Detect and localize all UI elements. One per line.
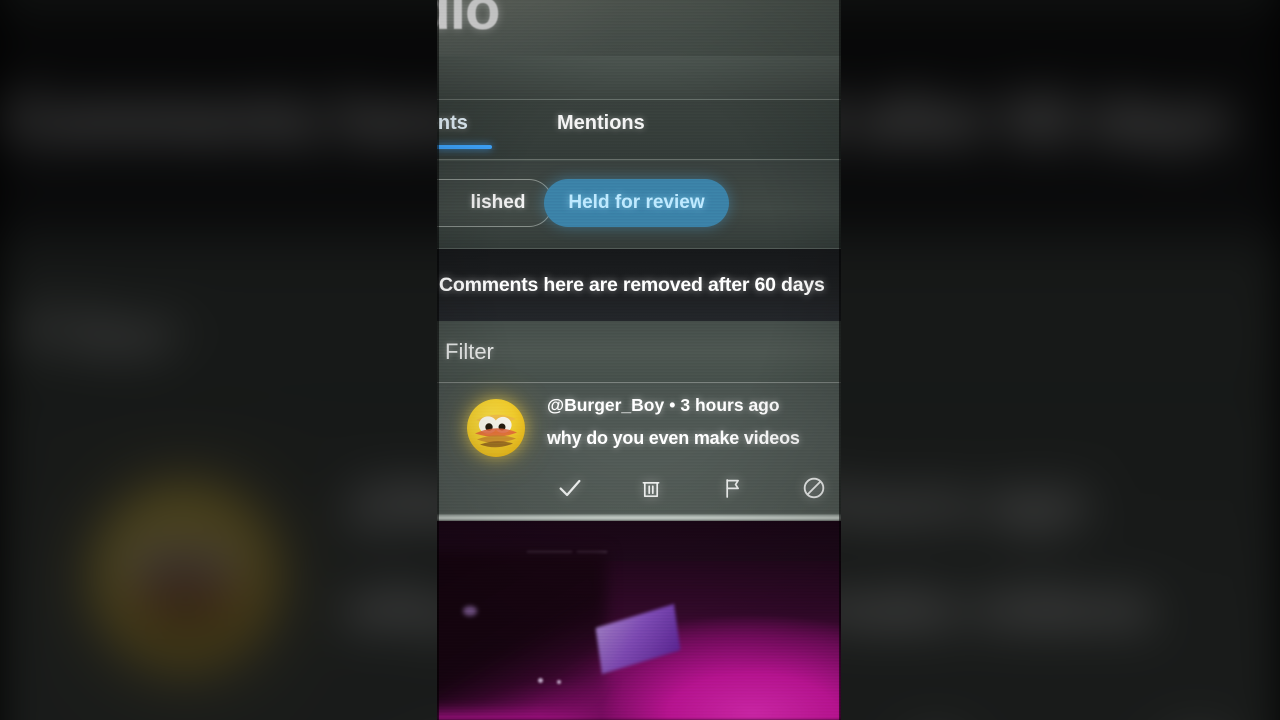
studio-header: udio [437, 0, 841, 56]
block-icon[interactable] [791, 465, 837, 511]
tab-bar-divider [437, 159, 841, 160]
retention-notice: Comments here are removed after 60 days [437, 249, 841, 321]
comment-author[interactable]: @Burger_Boy [547, 395, 664, 415]
video-frame-panel: udio ments Mentions lished Held for revi… [437, 0, 841, 720]
flag-icon[interactable] [710, 465, 756, 511]
desk-speck-1 [538, 678, 543, 683]
panel-left-seam [437, 0, 439, 720]
avatar[interactable] [467, 399, 525, 457]
comment-meta: @Burger_Boy • 3 hours ago [547, 395, 780, 416]
meta-separator-dot: • [669, 395, 676, 415]
comment-item: @Burger_Boy • 3 hours ago why do you even … [437, 383, 841, 521]
comment-action-row [547, 465, 837, 511]
trash-icon[interactable] [628, 465, 674, 511]
desk-speck-2 [557, 680, 561, 684]
backdrop-flag-icon [865, 694, 1011, 720]
tab-active-indicator [437, 145, 492, 149]
screenshot-root: udio ments Mentions lished Held for revi… [0, 0, 1280, 720]
chip-held-for-review[interactable]: Held for review [544, 179, 729, 227]
desk-background [437, 521, 841, 720]
chip-published[interactable]: lished [437, 179, 553, 227]
tab-comments[interactable]: ments [437, 112, 468, 135]
backdrop-filter-label: Filter [23, 291, 179, 372]
header-glare [437, 0, 841, 56]
tab-bar: ments Mentions [437, 100, 841, 160]
backdrop-block-icon [1123, 694, 1269, 720]
check-icon[interactable] [547, 465, 593, 511]
comment-text: why do you even make videos [547, 428, 800, 448]
desk-specular [463, 606, 477, 616]
filter-input[interactable]: Filter [437, 339, 494, 365]
phone-screen: udio ments Mentions lished Held for revi… [437, 0, 841, 521]
comment-timestamp: 3 hours ago [680, 395, 780, 415]
filter-chip-row: lished Held for review [437, 161, 841, 249]
filter-input-row[interactable]: Filter [437, 321, 841, 383]
phone-bezel-edge [437, 514, 841, 521]
header-band [437, 56, 841, 100]
retention-notice-text: Comments here are removed after 60 days [439, 273, 825, 296]
tab-mentions[interactable]: Mentions [557, 112, 645, 135]
desk-shadow [437, 551, 607, 711]
panel-right-seam [839, 0, 841, 720]
backdrop-avatar [93, 484, 278, 669]
